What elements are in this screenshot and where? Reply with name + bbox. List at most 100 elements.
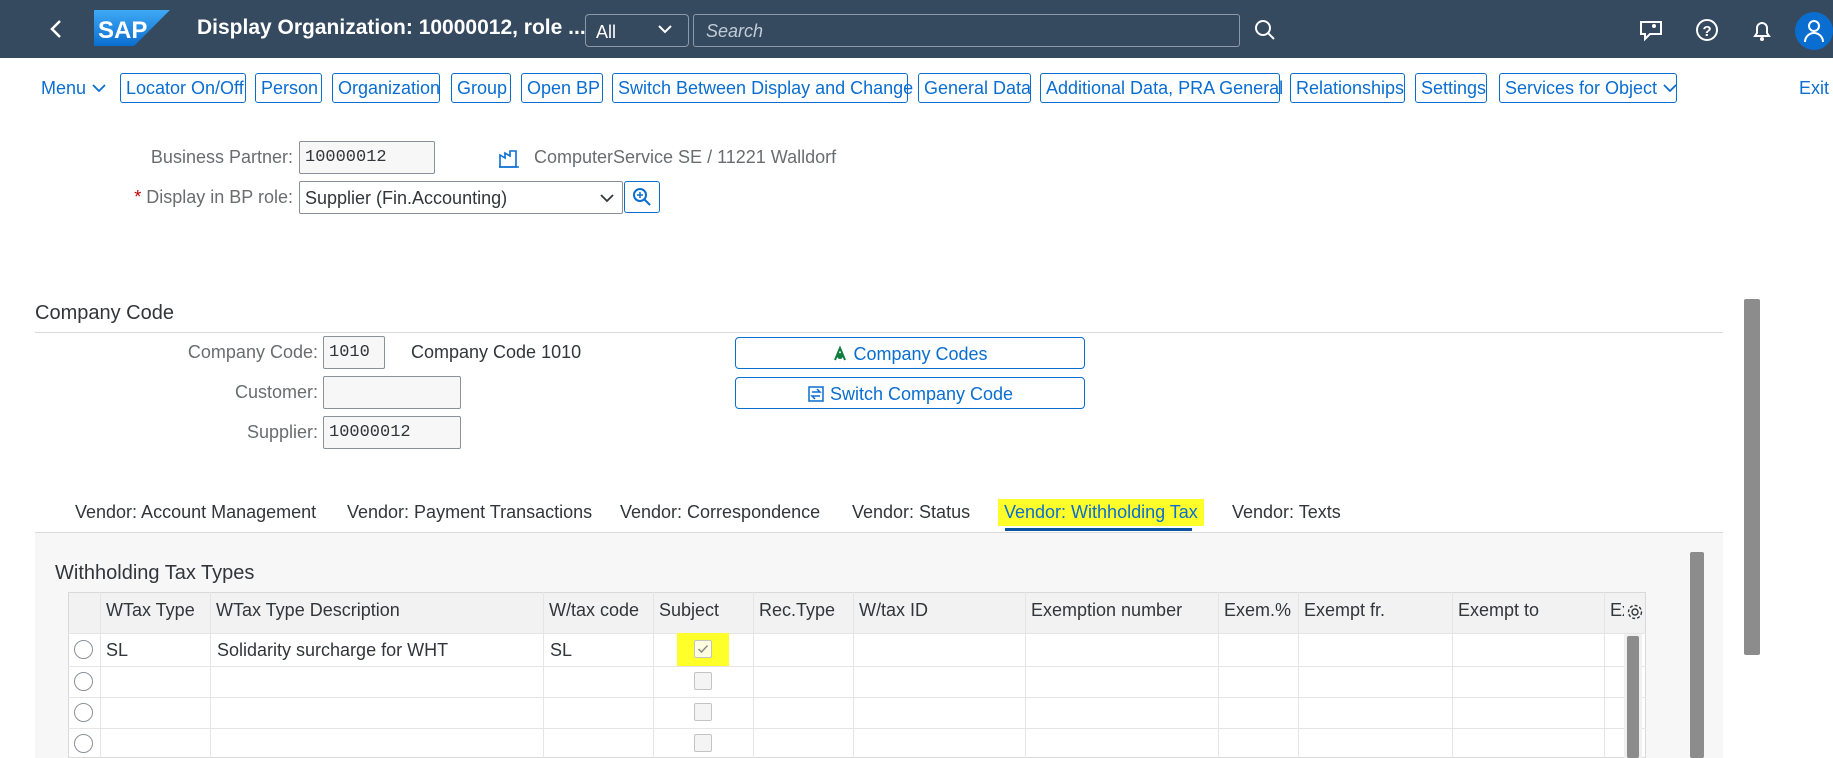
additional-data-button[interactable]: Additional Data, PRA General [1040, 73, 1283, 103]
table-scrollbar-thumb[interactable] [1627, 636, 1639, 758]
page-scrollbar[interactable] [1744, 299, 1760, 655]
column-divider [1025, 592, 1026, 758]
row-select-radio[interactable] [74, 703, 93, 722]
col-header-exempt-from[interactable]: Exempt fr. [1304, 600, 1385, 621]
column-divider [210, 592, 211, 758]
organization-button[interactable]: Organization [332, 73, 440, 103]
column-divider [1604, 592, 1605, 758]
search-placeholder: Search [706, 21, 764, 41]
chevron-down-icon[interactable] [598, 191, 616, 205]
tab-withholding-tax[interactable]: Vendor: Withholding Tax [998, 499, 1204, 526]
company-codes-button[interactable]: Company Codes [735, 337, 1085, 369]
company-code-label: Company Code: [187, 342, 318, 362]
active-tab-indicator [1005, 528, 1192, 531]
back-icon[interactable] [44, 16, 70, 42]
services-for-object-button[interactable]: Services for Object [1499, 73, 1677, 103]
role-label: * Display in BP role: [130, 187, 293, 208]
company-code-field[interactable]: 1010 [323, 336, 385, 369]
column-divider [1452, 592, 1453, 758]
cell-description: Solidarity surcharge for WHT [217, 640, 449, 660]
row-select-radio[interactable] [74, 640, 93, 659]
user-icon [1804, 20, 1824, 43]
switch-company-code-button[interactable]: Switch Company Code [735, 377, 1085, 409]
switch-company-code-label: Switch Company Code [829, 384, 1014, 404]
subject-checkbox[interactable] [694, 672, 712, 690]
checkmark-icon [697, 644, 709, 654]
cell-wtax-type: SL [106, 640, 129, 660]
search-scope-value: All [596, 22, 617, 42]
row-select-radio[interactable] [74, 734, 93, 753]
general-data-button[interactable]: General Data [918, 73, 1031, 103]
avatar[interactable] [1795, 12, 1833, 50]
supplier-label: Supplier: [246, 422, 318, 442]
relationships-button[interactable]: Relationships [1290, 73, 1405, 103]
cell-wtax-code: SL [550, 640, 573, 660]
row-select-radio[interactable] [74, 672, 93, 691]
tab-texts[interactable]: Vendor: Texts [1232, 502, 1341, 523]
bp-field[interactable]: 10000012 [299, 141, 435, 174]
tab-correspondence[interactable]: Vendor: Correspondence [620, 502, 820, 523]
bp-description: ComputerService SE / 11221 Walldorf [534, 147, 837, 167]
supplier-field[interactable]: 10000012 [323, 416, 461, 449]
exit-button[interactable]: Exit [1799, 78, 1829, 99]
section-divider [35, 332, 1723, 333]
sap-logo[interactable]: SAP [94, 10, 170, 46]
tab-account-management[interactable]: Vendor: Account Management [75, 502, 316, 523]
col-header-ex[interactable]: Ex [1610, 600, 1624, 621]
company-code-section-title: Company Code [35, 302, 174, 324]
col-header-exemption-number[interactable]: Exemption number [1031, 600, 1182, 621]
switch-display-change-button[interactable]: Switch Between Display and Change [612, 73, 913, 103]
services-label: Services for Object [1505, 78, 1658, 98]
row-divider [68, 666, 1646, 667]
col-header-wtax-id[interactable]: W/tax ID [859, 600, 928, 621]
tab-payment-transactions[interactable]: Vendor: Payment Transactions [347, 502, 592, 523]
feedback-icon[interactable] [1638, 17, 1664, 43]
search-input[interactable]: Search [693, 14, 1240, 47]
menu-label: Menu [41, 78, 87, 98]
column-divider [100, 592, 101, 758]
col-header-exem-percent[interactable]: Exem.% [1224, 600, 1291, 621]
subject-checkbox[interactable] [694, 703, 712, 721]
col-header-exempt-to[interactable]: Exempt to [1458, 600, 1539, 621]
chevron-down-icon [92, 84, 106, 93]
customer-label: Customer: [234, 382, 318, 402]
col-header-subject[interactable]: Subject [659, 600, 719, 621]
col-header-wtax-type[interactable]: WTax Type [106, 600, 195, 621]
search-icon[interactable] [1252, 17, 1278, 43]
bp-role-select[interactable]: Supplier (Fin.Accounting) [299, 181, 623, 214]
svg-text:?: ? [1703, 23, 1712, 40]
subject-checkbox[interactable] [694, 640, 712, 658]
subject-checkbox[interactable] [694, 734, 712, 752]
chevron-down-icon [658, 25, 672, 34]
locator-toggle-button[interactable]: Locator On/Off [120, 73, 246, 103]
menu-button[interactable]: Menu [41, 78, 107, 99]
group-button[interactable]: Group [451, 73, 511, 103]
column-divider [543, 592, 544, 758]
required-marker: * [134, 187, 142, 207]
open-bp-button[interactable]: Open BP [521, 73, 603, 103]
organization-icon [499, 150, 519, 168]
tabs-divider [35, 532, 1723, 533]
column-divider [1218, 592, 1219, 758]
company-code-name: Company Code 1010 [411, 342, 582, 362]
company-codes-icon [834, 345, 847, 361]
person-button[interactable]: Person [255, 73, 322, 103]
chevron-down-icon [1663, 84, 1677, 93]
customer-field[interactable] [323, 376, 461, 409]
panel-scrollbar[interactable] [1690, 552, 1704, 758]
page-title: Display Organization: 10000012, role ... [197, 16, 586, 39]
row-divider [68, 697, 1646, 698]
zoom-search-icon [633, 188, 651, 206]
col-header-description[interactable]: WTax Type Description [216, 600, 400, 621]
settings-button[interactable]: Settings [1415, 73, 1487, 103]
column-divider [653, 592, 654, 758]
col-header-rec-type[interactable]: Rec.Type [759, 600, 835, 621]
table-settings-icon[interactable] [1626, 603, 1644, 621]
column-divider [853, 592, 854, 758]
help-icon[interactable]: ? [1694, 17, 1720, 43]
bell-icon[interactable] [1749, 17, 1775, 43]
role-search-button[interactable] [624, 181, 660, 213]
col-header-wtax-code[interactable]: W/tax code [549, 600, 639, 621]
wht-types-title: Withholding Tax Types [55, 562, 255, 584]
tab-status[interactable]: Vendor: Status [852, 502, 970, 523]
